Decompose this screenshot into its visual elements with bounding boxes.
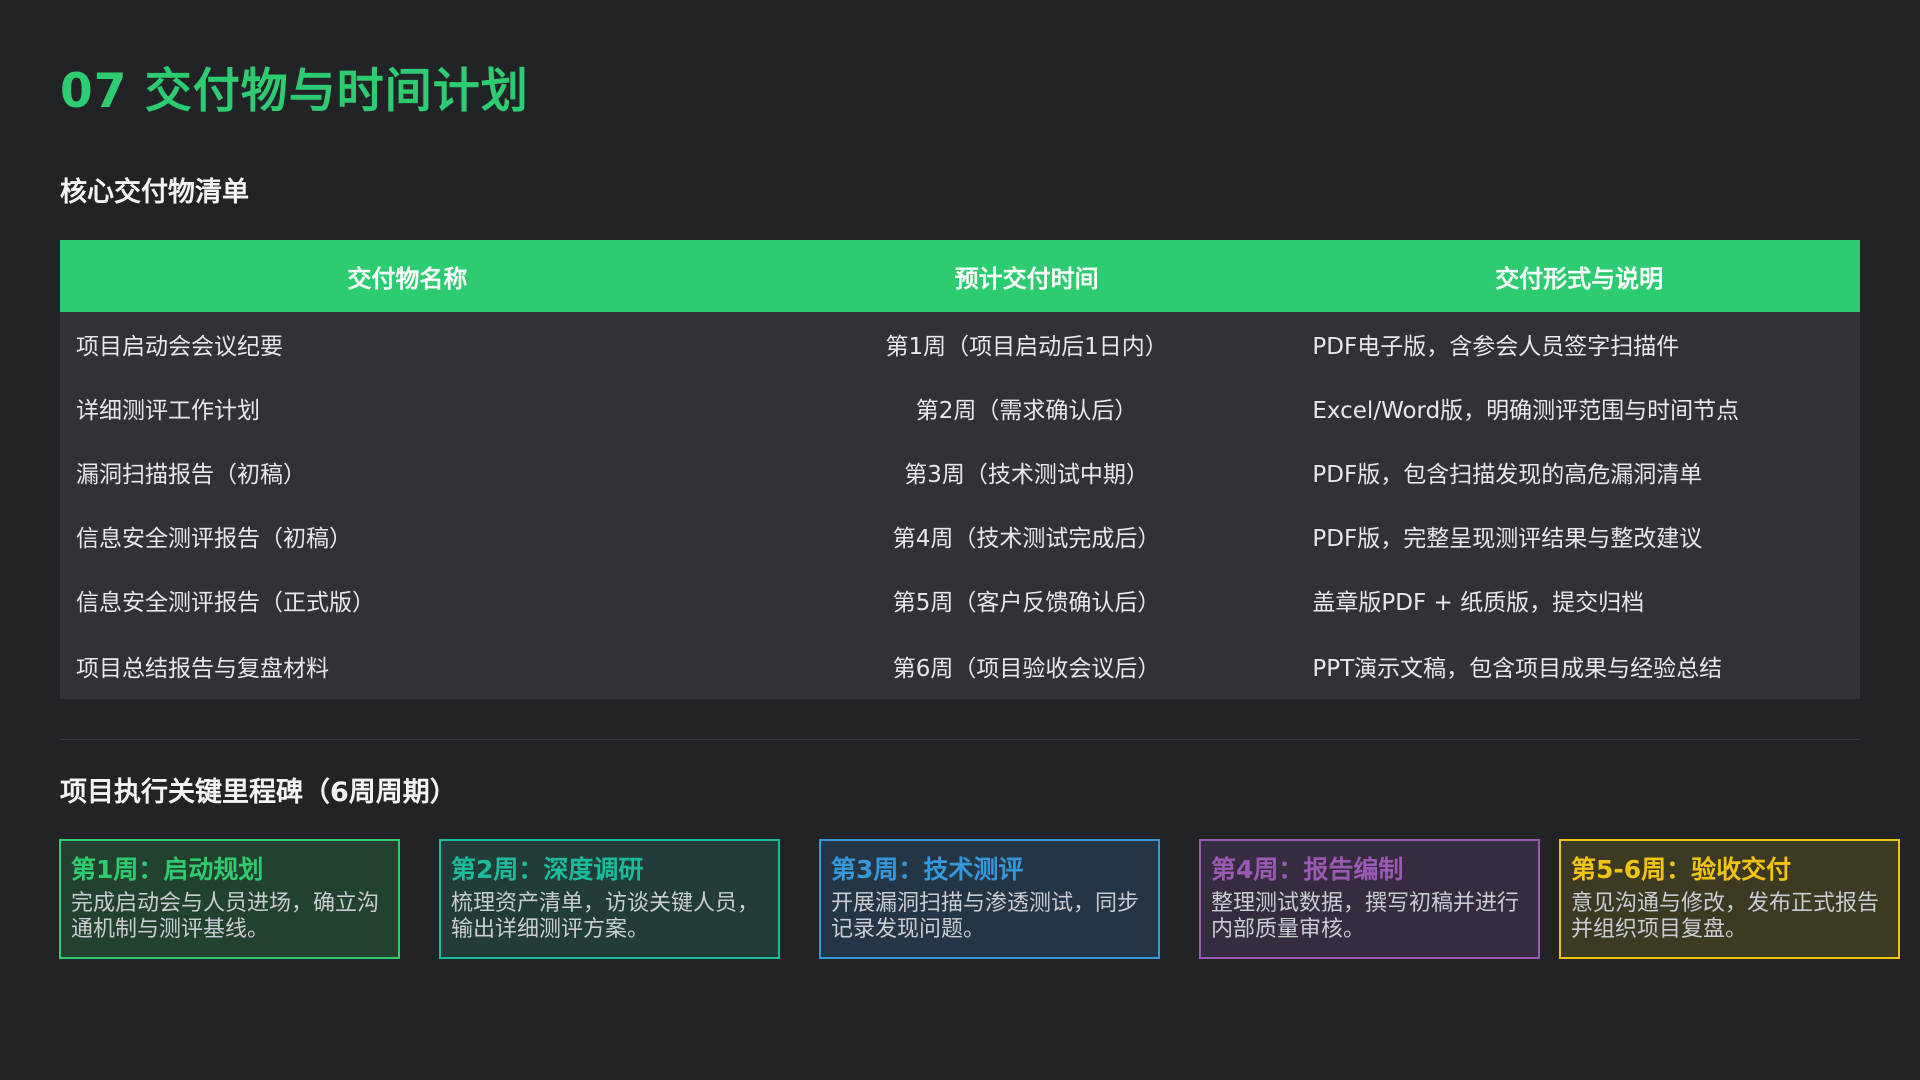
- milestone-heading: 第4周：报告编制: [1211, 855, 1404, 884]
- section-divider: [60, 739, 1860, 740]
- deliverable-name: 项目启动会会议纪要: [76, 334, 283, 360]
- milestone-card-week-3: 第3周：技术测评 开展漏洞扫描与渗透测试，同步记录发现问题。: [819, 839, 1160, 959]
- delivery-time: 第3周（技术测试中期）: [904, 462, 1149, 488]
- delivery-format: Excel/Word版，明确测评范围与时间节点: [1312, 398, 1740, 424]
- milestone-card-week-2: 第2周：深度调研 梳理资产清单，访谈关键人员，输出详细测评方案。: [439, 839, 780, 959]
- milestone-heading: 第3周：技术测评: [831, 855, 1024, 884]
- column-header-name: 交付物名称: [347, 264, 468, 293]
- deliverable-name: 详细测评工作计划: [76, 398, 260, 424]
- milestone-heading: 第1周：启动规划: [71, 855, 264, 884]
- delivery-format: PPT演示文稿，包含项目成果与经验总结: [1312, 655, 1723, 682]
- table-row: 项目启动会会议纪要 第1周（项目启动后1日内） PDF电子版，含参会人员签字扫描…: [60, 312, 1860, 376]
- milestone-heading: 第2周：深度调研: [451, 855, 644, 884]
- delivery-time: 第6周（项目验收会议后）: [892, 655, 1161, 682]
- delivery-time: 第1周（项目启动后1日内）: [885, 334, 1168, 360]
- deliverable-name: 信息安全测评报告（正式版）: [76, 590, 375, 616]
- milestone-description: 开展漏洞扫描与渗透测试，同步记录发现问题。: [831, 891, 1140, 942]
- delivery-format: 盖章版PDF + 纸质版，提交归档: [1312, 590, 1645, 616]
- deliverable-name: 漏洞扫描报告（初稿）: [76, 462, 306, 488]
- column-header-time: 预计交付时间: [954, 264, 1099, 293]
- table-row: 漏洞扫描报告（初稿） 第3周（技术测试中期） PDF版，包含扫描发现的高危漏洞清…: [60, 440, 1860, 504]
- deliverable-name: 信息安全测评报告（初稿）: [76, 526, 352, 552]
- table-header-row: 交付物名称 预计交付时间 交付形式与说明: [60, 240, 1860, 312]
- milestone-card-week-1: 第1周：启动规划 完成启动会与人员进场，确立沟通机制与测评基线。: [59, 839, 400, 959]
- deliverables-table: 交付物名称 预计交付时间 交付形式与说明 项目启动会会议纪要 第1周（项目启动后…: [60, 240, 1860, 699]
- deliverables-section-title: 核心交付物清单: [60, 177, 249, 208]
- column-header-format: 交付形式与说明: [1495, 264, 1664, 293]
- milestones-section-title: 项目执行关键里程碑（6周周期）: [60, 777, 457, 808]
- delivery-format: PDF版，完整呈现测评结果与整改建议: [1312, 526, 1703, 552]
- table-row: 信息安全测评报告（正式版） 第5周（客户反馈确认后） 盖章版PDF + 纸质版，…: [60, 568, 1860, 632]
- slide: 07 交付物与时间计划 核心交付物清单 交付物名称 预计交付时间 交付形式与说明…: [0, 0, 1920, 1080]
- milestone-description: 完成启动会与人员进场，确立沟通机制与测评基线。: [71, 891, 380, 942]
- delivery-time: 第2周（需求确认后）: [915, 398, 1138, 424]
- delivery-format: PDF电子版，含参会人员签字扫描件: [1312, 334, 1680, 360]
- table-row: 详细测评工作计划 第2周（需求确认后） Excel/Word版，明确测评范围与时…: [60, 376, 1860, 440]
- delivery-format: PDF版，包含扫描发现的高危漏洞清单: [1312, 462, 1703, 488]
- milestone-description: 梳理资产清单，访谈关键人员，输出详细测评方案。: [451, 891, 760, 942]
- milestone-card-week-5-6: 第5-6周：验收交付 意见沟通与修改，发布正式报告并组织项目复盘。: [1559, 839, 1900, 959]
- milestone-heading: 第5-6周：验收交付: [1571, 855, 1792, 884]
- delivery-time: 第5周（客户反馈确认后）: [892, 590, 1161, 616]
- milestone-card-week-4: 第4周：报告编制 整理测试数据，撰写初稿并进行内部质量审核。: [1199, 839, 1540, 959]
- milestone-description: 整理测试数据，撰写初稿并进行内部质量审核。: [1211, 891, 1520, 942]
- page-title: 07 交付物与时间计划: [60, 64, 529, 119]
- deliverable-name: 项目总结报告与复盘材料: [76, 655, 329, 682]
- delivery-time: 第4周（技术测试完成后）: [892, 526, 1161, 552]
- milestone-description: 意见沟通与修改，发布正式报告并组织项目复盘。: [1571, 891, 1880, 942]
- table-row: 项目总结报告与复盘材料 第6周（项目验收会议后） PPT演示文稿，包含项目成果与…: [60, 632, 1860, 699]
- table-row: 信息安全测评报告（初稿） 第4周（技术测试完成后） PDF版，完整呈现测评结果与…: [60, 504, 1860, 568]
